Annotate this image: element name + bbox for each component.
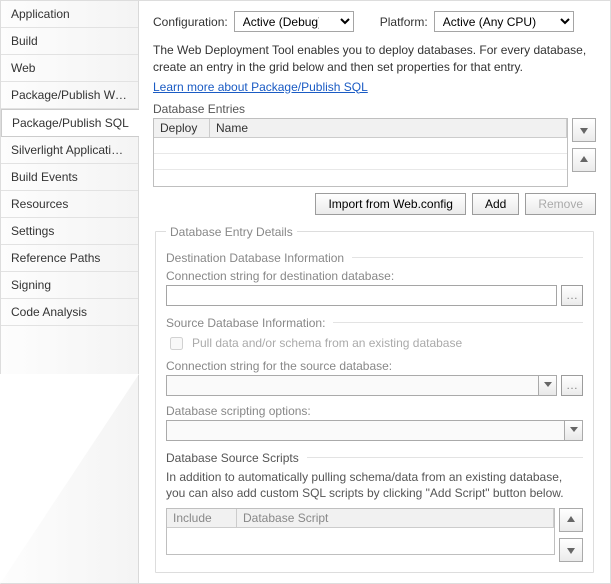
src-conn-label: Connection string for the source databas…: [166, 359, 583, 373]
script-move-up-button[interactable]: [559, 508, 583, 532]
script-move-down-button[interactable]: [559, 538, 583, 562]
dest-conn-input[interactable]: [166, 285, 557, 306]
ellipsis-icon: …: [566, 288, 578, 302]
intro-text: The Web Deployment Tool enables you to d…: [153, 42, 596, 76]
sidebar-item-resources[interactable]: Resources: [1, 191, 138, 218]
configuration-select[interactable]: Active (Debug): [234, 11, 354, 32]
platform-select[interactable]: Active (Any CPU): [434, 11, 574, 32]
sidebar-item-package-publish-sql[interactable]: Package/Publish SQL: [1, 109, 139, 137]
col-name: Name: [210, 119, 567, 137]
database-entry-details-group: Database Entry Details Destination Datab…: [155, 225, 594, 574]
database-entries-label: Database Entries: [153, 102, 596, 116]
sidebar-item-settings[interactable]: Settings: [1, 218, 138, 245]
destination-db-heading: Destination Database Information: [166, 251, 344, 265]
col-include: Include: [167, 509, 237, 527]
sidebar-item-build-events[interactable]: Build Events: [1, 164, 138, 191]
details-legend: Database Entry Details: [166, 225, 297, 239]
dest-conn-label: Connection string for destination databa…: [166, 269, 583, 283]
pull-data-checkbox[interactable]: [170, 337, 183, 350]
platform-label: Platform:: [380, 15, 428, 29]
move-up-button[interactable]: [572, 148, 596, 172]
add-button[interactable]: Add: [472, 193, 519, 215]
sidebar-item-signing[interactable]: Signing: [1, 272, 138, 299]
sidebar-item-web[interactable]: Web: [1, 55, 138, 82]
main-panel: Configuration: Active (Debug) Platform: …: [139, 1, 610, 583]
arrow-down-icon: [566, 545, 576, 555]
properties-sidebar: Application Build Web Package/Publish We…: [1, 1, 139, 583]
config-row: Configuration: Active (Debug) Platform: …: [153, 11, 596, 32]
src-conn-combo[interactable]: [166, 375, 557, 396]
configuration-label: Configuration:: [153, 15, 228, 29]
col-database-script: Database Script: [237, 509, 554, 527]
col-deploy: Deploy: [154, 119, 210, 137]
table-row[interactable]: [167, 528, 554, 554]
table-row[interactable]: [154, 154, 567, 170]
arrow-down-icon: [579, 125, 589, 135]
chevron-down-icon: [544, 382, 552, 388]
dest-conn-browse-button[interactable]: …: [561, 285, 583, 306]
chevron-down-icon: [570, 427, 578, 433]
scripting-options-dropdown-button[interactable]: [564, 421, 582, 440]
remove-button[interactable]: Remove: [525, 193, 596, 215]
database-entries-grid[interactable]: Deploy Name: [153, 118, 568, 187]
sidebar-item-silverlight-applications[interactable]: Silverlight Applications: [1, 137, 138, 164]
arrow-up-icon: [579, 155, 589, 165]
ellipsis-icon: …: [566, 378, 578, 392]
sidebar-item-code-analysis[interactable]: Code Analysis: [1, 299, 138, 326]
sidebar-item-build[interactable]: Build: [1, 28, 138, 55]
src-conn-dropdown-button[interactable]: [538, 376, 556, 395]
scripting-options-combo[interactable]: [166, 420, 583, 441]
sidebar-wedge: [0, 374, 139, 584]
scripts-grid[interactable]: Include Database Script: [166, 508, 555, 555]
table-row[interactable]: [154, 138, 567, 154]
source-db-heading: Source Database Information:: [166, 316, 325, 330]
scripting-options-label: Database scripting options:: [166, 404, 583, 418]
arrow-up-icon: [566, 515, 576, 525]
learn-more-link[interactable]: Learn more about Package/Publish SQL: [153, 80, 368, 94]
table-row[interactable]: [154, 170, 567, 186]
scripts-heading: Database Source Scripts: [166, 451, 299, 465]
scripts-desc: In addition to automatically pulling sch…: [166, 469, 583, 503]
src-conn-browse-button[interactable]: …: [561, 375, 583, 396]
pull-data-checkbox-row: Pull data and/or schema from an existing…: [166, 334, 583, 353]
sidebar-item-application[interactable]: Application: [1, 1, 138, 28]
sidebar-item-package-publish-web[interactable]: Package/Publish Web: [1, 82, 138, 109]
import-from-webconfig-button[interactable]: Import from Web.config: [315, 193, 466, 215]
pull-data-label: Pull data and/or schema from an existing…: [192, 336, 462, 350]
sidebar-item-reference-paths[interactable]: Reference Paths: [1, 245, 138, 272]
move-down-button[interactable]: [572, 118, 596, 142]
